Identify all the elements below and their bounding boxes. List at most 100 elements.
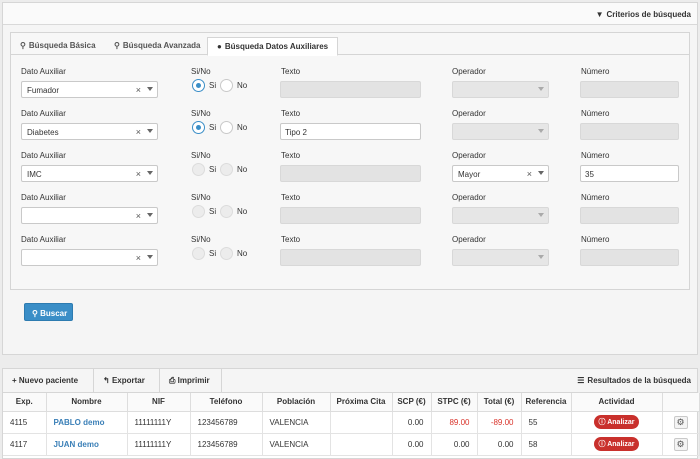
- numero-input[interactable]: [580, 123, 679, 140]
- dato-auxiliar-select[interactable]: Fumador ×: [21, 81, 158, 98]
- operador-select[interactable]: [452, 207, 549, 224]
- clear-icon[interactable]: ×: [136, 253, 141, 263]
- results-panel: + Nuevo paciente ↰ Exportar ⎙ Imprimir ☰…: [2, 368, 700, 459]
- clear-icon[interactable]: ×: [136, 211, 141, 221]
- clear-icon[interactable]: ×: [136, 127, 141, 137]
- clear-icon[interactable]: ×: [136, 169, 141, 179]
- cell-actividad: ⓘ Analizar: [571, 433, 663, 456]
- tab-busqueda-avanzada[interactable]: ⚲ Búsqueda Avanzada: [105, 37, 210, 55]
- exportar-button[interactable]: ↰ Exportar: [94, 369, 160, 392]
- texto-input[interactable]: [280, 81, 421, 98]
- operador-select[interactable]: Mayor ×: [452, 165, 549, 182]
- aux-row-5: Dato Auxiliar × Si/No Si No Texto Operad…: [11, 235, 691, 271]
- numero-input[interactable]: [580, 81, 679, 98]
- numero-input[interactable]: [580, 207, 679, 224]
- cell-proxima-cita: [330, 411, 393, 434]
- col-exp[interactable]: Exp.: [3, 393, 47, 412]
- col-scp[interactable]: SCP (€): [392, 393, 432, 412]
- radio-no[interactable]: [220, 79, 233, 92]
- criteria-title[interactable]: ▼ Criterios de búsqueda: [596, 10, 691, 19]
- radio-si[interactable]: [192, 205, 205, 218]
- numero-input[interactable]: [580, 249, 679, 266]
- search-icon: ⚲: [32, 309, 38, 318]
- search-plus-icon: ⚲: [114, 41, 120, 50]
- buscar-button[interactable]: ⚲ Buscar: [24, 303, 73, 321]
- cell-telefono: 123456789: [190, 433, 263, 456]
- texto-label: Texto: [281, 151, 301, 160]
- cell-nif: 11111111Y: [127, 411, 191, 434]
- col-referencia[interactable]: Referencia: [521, 393, 572, 412]
- operador-label: Operador: [452, 67, 486, 76]
- texto-label: Texto: [281, 67, 301, 76]
- radio-si[interactable]: [192, 79, 205, 92]
- si-no-label: Si/No: [191, 151, 211, 160]
- col-total[interactable]: Total (€): [477, 393, 522, 412]
- numero-input[interactable]: 35: [580, 165, 679, 182]
- nuevo-paciente-button[interactable]: + Nuevo paciente: [3, 369, 94, 392]
- print-icon: ⎙: [169, 376, 176, 385]
- clear-icon[interactable]: ×: [136, 85, 141, 95]
- radio-no[interactable]: [220, 121, 233, 134]
- table-row[interactable]: 4117 JUAN demo 11111111Y 123456789 VALEN…: [3, 433, 700, 456]
- radio-si[interactable]: [192, 121, 205, 134]
- col-proxima-cita[interactable]: Próxima Cita: [330, 393, 393, 412]
- results-title: ☰ Resultados de la búsqueda: [577, 376, 691, 385]
- dato-auxiliar-select[interactable]: Diabetes ×: [21, 123, 158, 140]
- texto-input[interactable]: Tipo 2: [280, 123, 421, 140]
- table-row[interactable]: 4115 PABLO demo 11111111Y 123456789 VALE…: [3, 411, 700, 434]
- gear-icon[interactable]: ⚙: [673, 437, 688, 451]
- analizar-button[interactable]: ⓘ Analizar: [593, 415, 640, 429]
- cell-exp: 4115: [3, 411, 47, 434]
- texto-input[interactable]: [280, 165, 421, 182]
- col-actividad[interactable]: Actividad: [571, 393, 663, 412]
- col-telefono[interactable]: Teléfono: [190, 393, 263, 412]
- si-no-label: Si/No: [191, 109, 211, 118]
- cell-telefono: 123456789: [190, 411, 263, 434]
- operador-label: Operador: [452, 151, 486, 160]
- analizar-button[interactable]: ⓘ Analizar: [593, 437, 640, 451]
- col-poblacion[interactable]: Población: [262, 393, 331, 412]
- dato-auxiliar-label: Dato Auxiliar: [21, 67, 66, 76]
- si-no-label: Si/No: [191, 67, 211, 76]
- caret-down-icon: [147, 213, 153, 217]
- operador-select[interactable]: [452, 249, 549, 266]
- radio-no[interactable]: [220, 205, 233, 218]
- radio-no[interactable]: [220, 163, 233, 176]
- caret-down-icon: [147, 87, 153, 91]
- operador-label: Operador: [452, 193, 486, 202]
- col-stpc[interactable]: STPC (€): [431, 393, 478, 412]
- tab-busqueda-basica[interactable]: ⚲ Búsqueda Básica: [11, 37, 105, 55]
- dato-auxiliar-label: Dato Auxiliar: [21, 109, 66, 118]
- list-icon: ☰: [577, 376, 585, 385]
- tab-busqueda-datos-auxiliares[interactable]: ● Búsqueda Datos Auxiliares: [207, 37, 339, 56]
- radio-no[interactable]: [220, 247, 233, 260]
- operador-select[interactable]: [452, 81, 549, 98]
- caret-down-icon: [147, 255, 153, 259]
- texto-input[interactable]: [280, 249, 421, 266]
- radio-si-label: Si: [209, 207, 217, 216]
- table-header-row: Exp. Nombre NIF Teléfono Población Próxi…: [3, 393, 700, 412]
- plus-icon: +: [12, 376, 17, 385]
- dato-auxiliar-label: Dato Auxiliar: [21, 235, 66, 244]
- cell-exp: 4117: [3, 433, 47, 456]
- imprimir-button[interactable]: ⎙ Imprimir: [160, 369, 222, 392]
- radio-si[interactable]: [192, 163, 205, 176]
- dato-auxiliar-select[interactable]: ×: [21, 249, 158, 266]
- operador-label: Operador: [452, 235, 486, 244]
- dato-auxiliar-select[interactable]: IMC ×: [21, 165, 158, 182]
- aux-row-1: Dato Auxiliar Fumador × Si/No Si No Text…: [11, 67, 691, 103]
- col-nif[interactable]: NIF: [127, 393, 191, 412]
- cell-nombre-link[interactable]: JUAN demo: [46, 433, 128, 456]
- dato-auxiliar-select[interactable]: ×: [21, 207, 158, 224]
- col-nombre[interactable]: Nombre: [46, 393, 128, 412]
- gear-icon[interactable]: ⚙: [673, 415, 688, 429]
- cell-nombre-link[interactable]: PABLO demo: [46, 411, 128, 434]
- operador-select[interactable]: [452, 123, 549, 140]
- clear-icon[interactable]: ×: [527, 169, 532, 179]
- radio-si[interactable]: [192, 247, 205, 260]
- si-no-label: Si/No: [191, 235, 211, 244]
- caret-down-icon: [538, 129, 544, 133]
- caret-down-icon: [147, 171, 153, 175]
- texto-input[interactable]: [280, 207, 421, 224]
- cell-nif: 11111111Y: [127, 433, 191, 456]
